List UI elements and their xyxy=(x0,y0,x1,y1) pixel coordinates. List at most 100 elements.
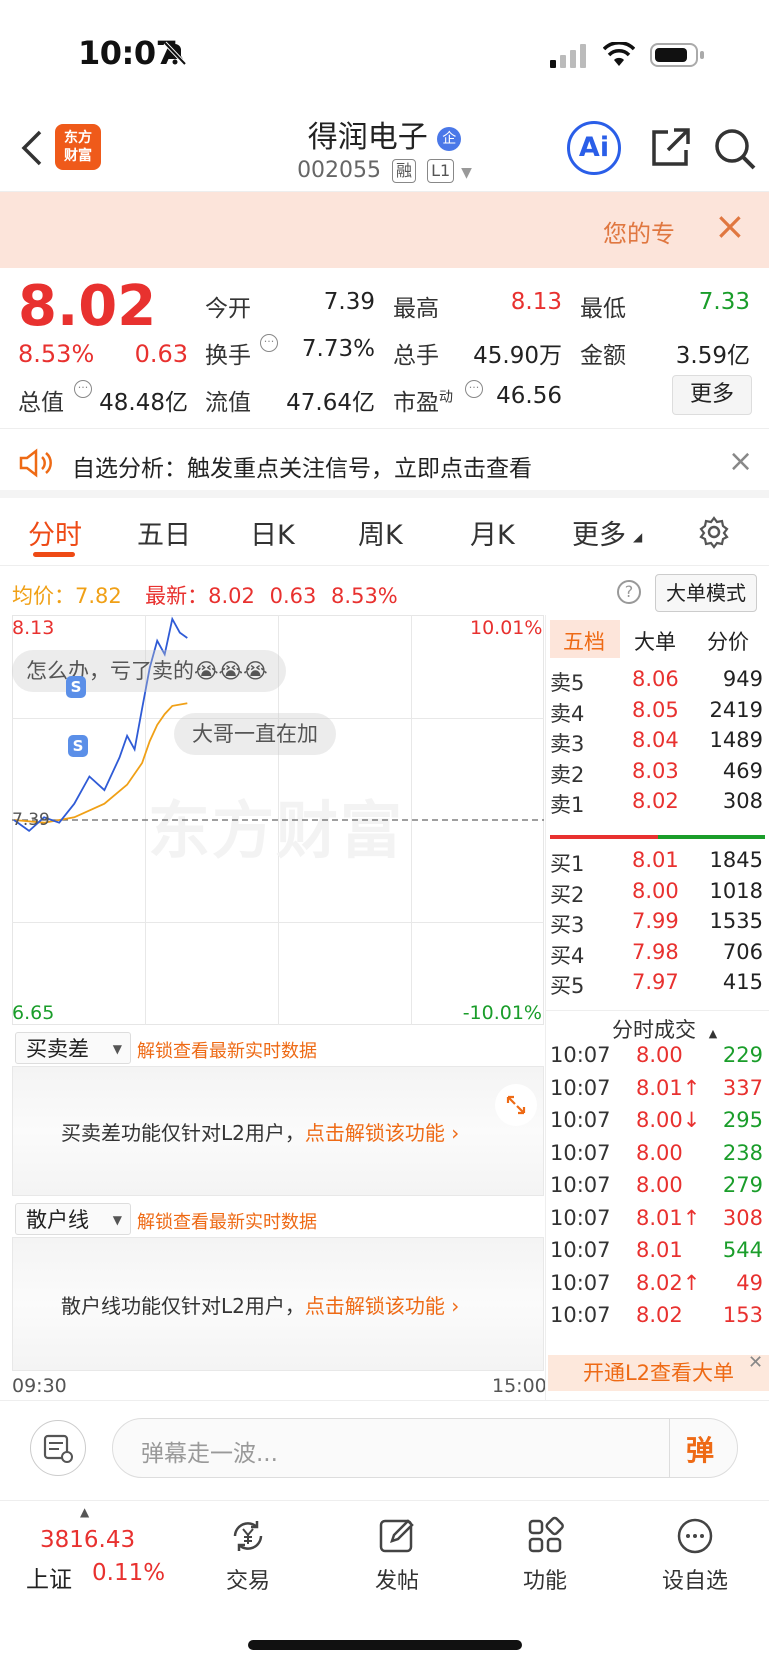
trade-price: 8.00 xyxy=(636,1173,683,1197)
notice-text[interactable]: 自选分析：触发重点关注信号，立即点击查看 xyxy=(72,449,532,483)
indicator-select[interactable]: 买卖差 ▼ xyxy=(15,1032,131,1064)
bid-row[interactable]: 买1 8.01 1845 xyxy=(550,848,765,880)
l2-close-icon[interactable]: ✕ xyxy=(748,1352,763,1373)
settings-gear-icon[interactable] xyxy=(697,515,731,553)
dropdown-caret-icon: ▼ xyxy=(112,1042,122,1056)
indicator-select[interactable]: 散户线 ▼ xyxy=(15,1203,131,1235)
tab-month-k[interactable]: 月K xyxy=(470,513,515,552)
orderbook-divider xyxy=(545,615,546,1400)
bid-row[interactable]: 买4 7.98 706 xyxy=(550,940,765,972)
wifi-icon xyxy=(602,41,636,72)
ask-level-label: 卖5 xyxy=(550,671,585,695)
bid-price: 8.01 xyxy=(632,848,679,872)
expand-icon[interactable] xyxy=(495,1084,537,1126)
ask-row[interactable]: 卖2 8.03 469 xyxy=(550,759,765,791)
nav-trade-label: 交易 xyxy=(225,1569,270,1594)
ask-price: 8.03 xyxy=(632,758,679,783)
locked-message: 散户线功能仅针对L2用户，点击解锁该功能 › xyxy=(61,1290,459,1319)
locked-text: 散户线功能仅针对L2用户， xyxy=(61,1294,305,1318)
ask-level-label: 卖2 xyxy=(550,762,585,787)
trade-row: 10:07 8.02↑ 49 xyxy=(550,1271,765,1305)
change-amount: 0.63 xyxy=(134,340,188,368)
ask-row[interactable]: 卖3 8.04 1489 xyxy=(550,728,765,760)
bid-row[interactable]: 买3 7.99 1535 xyxy=(550,909,765,941)
avg-price-line xyxy=(13,702,188,824)
trades-title[interactable]: 分时成交 ▲ xyxy=(612,1014,717,1044)
trade-row: 10:07 8.02 153 xyxy=(550,1303,765,1337)
nav-function[interactable]: 功能 xyxy=(490,1515,600,1595)
latest-value: 8.02 xyxy=(208,584,255,608)
tab-intraday[interactable]: 分时 xyxy=(28,513,82,552)
tab-day-k[interactable]: 日K xyxy=(250,513,295,552)
edit-icon xyxy=(342,1515,452,1563)
section-gap xyxy=(0,490,769,498)
locked-panel[interactable]: 散户线功能仅针对L2用户，点击解锁该功能 › xyxy=(12,1237,544,1371)
pe-value: 46.56 xyxy=(496,383,562,409)
trade-time: 10:07 xyxy=(550,1173,611,1197)
nav-watchlist[interactable]: 设自选 xyxy=(640,1515,750,1595)
index-value[interactable]: 3816.43 xyxy=(40,1527,135,1553)
ask-row[interactable]: 卖4 8.05 2419 xyxy=(550,698,765,730)
help-icon[interactable]: ? xyxy=(617,580,641,604)
danmu-input[interactable]: 弹幕走一波... 弹 xyxy=(112,1418,738,1478)
ask-price: 8.05 xyxy=(632,697,679,722)
more-button[interactable]: 更多 xyxy=(672,375,752,415)
danmu-placeholder: 弹幕走一波... xyxy=(141,1441,278,1467)
unlock-feature-link[interactable]: 点击解锁该功能 xyxy=(305,1294,445,1318)
orderbook-tab-level5[interactable]: 五档 xyxy=(563,626,605,656)
ask-price: 8.04 xyxy=(632,728,679,752)
ask-row[interactable]: 卖1 8.02 308 xyxy=(550,789,765,821)
unlock-link[interactable]: 解锁查看最新实时数据 xyxy=(137,1208,317,1234)
bid-volume: 1018 xyxy=(709,878,763,903)
tab-5day[interactable]: 五日 xyxy=(137,513,191,552)
sell-marker-icon[interactable]: S xyxy=(66,676,86,698)
unlock-feature-link[interactable]: 点击解锁该功能 xyxy=(305,1121,445,1145)
bid-volume: 415 xyxy=(722,970,763,994)
tab-week-k[interactable]: 周K xyxy=(358,513,403,552)
bid-row[interactable]: 买5 7.97 415 xyxy=(550,970,765,1002)
bid-price: 7.97 xyxy=(632,970,679,994)
big-order-mode-button[interactable]: 大单模式 xyxy=(655,574,757,612)
sell-marker-icon[interactable]: S xyxy=(68,735,88,757)
open-value: 7.39 xyxy=(323,289,375,315)
trade-row: 10:07 8.01 544 xyxy=(550,1238,765,1272)
trade-volume: 337 xyxy=(722,1075,763,1100)
locked-panel[interactable]: 买卖差功能仅针对L2用户，点击解锁该功能 › xyxy=(12,1066,544,1196)
share-icon[interactable] xyxy=(648,126,692,174)
search-icon[interactable] xyxy=(712,126,758,176)
ask-price: 8.02 xyxy=(632,789,679,813)
l2-bigorder-button[interactable]: 开通L2查看大单 xyxy=(548,1355,769,1391)
mcap-label: 总值 xyxy=(18,390,64,416)
trade-time: 10:07 xyxy=(550,1140,611,1165)
promo-banner[interactable]: 您的专 × xyxy=(0,192,769,268)
danmu-bar-divider xyxy=(0,1400,769,1401)
nav-post[interactable]: 发帖 xyxy=(342,1515,452,1595)
high-label: 最高 xyxy=(393,296,439,322)
bid-volume: 1535 xyxy=(709,909,763,933)
bottom-nav-divider xyxy=(0,1500,769,1501)
trade-price: 8.00 xyxy=(636,1043,683,1067)
ask-row[interactable]: 卖5 8.06 949 xyxy=(550,667,765,699)
orderbook-tab-bigorder[interactable]: 大单 xyxy=(634,626,676,656)
unlock-link[interactable]: 解锁查看最新实时数据 xyxy=(137,1037,317,1063)
tab-more[interactable]: 更多 xyxy=(572,513,626,552)
danmu-send-button[interactable]: 弹 xyxy=(686,1429,714,1469)
locked-text: 买卖差功能仅针对L2用户， xyxy=(61,1121,305,1145)
ask-level-label: 卖1 xyxy=(550,793,585,817)
trade-volume: 308 xyxy=(722,1205,763,1230)
ai-button[interactable]: Ai xyxy=(567,121,621,175)
float-value: 47.64亿 xyxy=(286,390,375,416)
trade-volume: 153 xyxy=(722,1303,763,1327)
spread-bar-green xyxy=(658,835,765,839)
bid-row[interactable]: 买2 8.00 1018 xyxy=(550,879,765,911)
notice-close-icon[interactable]: × xyxy=(728,444,753,479)
trade-time: 10:07 xyxy=(550,1238,611,1262)
info-icon[interactable]: ··· xyxy=(260,334,278,352)
pe-sup: 动 xyxy=(439,389,453,406)
nav-trade[interactable]: 交易 xyxy=(193,1515,303,1595)
level-tag: L1 xyxy=(427,159,455,183)
banner-close-icon[interactable]: × xyxy=(714,204,746,248)
avg-label: 均价： xyxy=(12,584,75,608)
danmu-list-icon[interactable] xyxy=(30,1420,86,1476)
orderbook-tab-price[interactable]: 分价 xyxy=(707,626,749,656)
